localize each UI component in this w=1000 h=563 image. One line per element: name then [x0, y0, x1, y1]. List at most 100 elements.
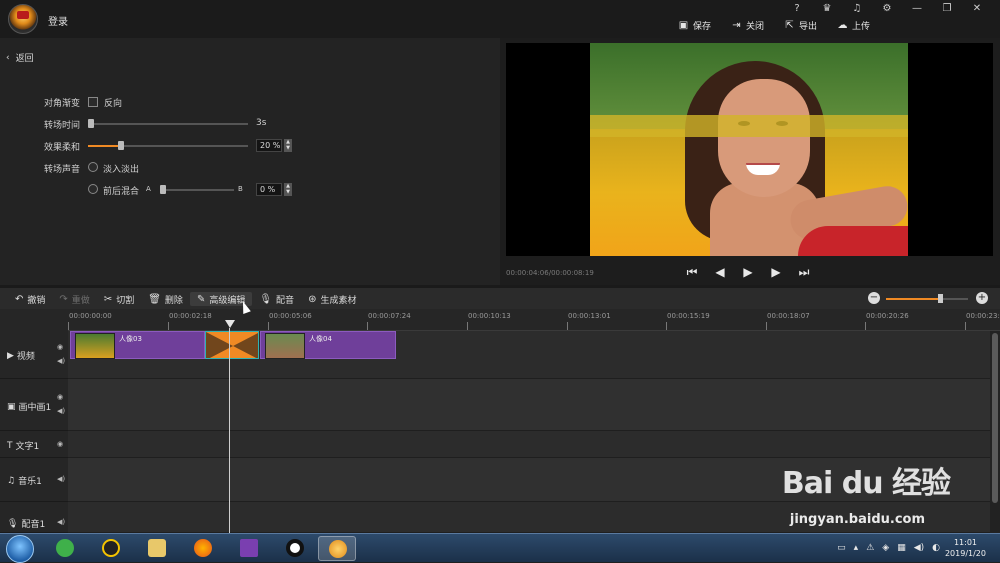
- generate-button[interactable]: ⊛ 生成素材: [301, 292, 363, 306]
- timeline-ruler[interactable]: 00:00:00:00 00:00:02:18 00:00:05:06 00:0…: [68, 309, 1000, 331]
- chevron-up-icon[interactable]: ▴: [854, 543, 859, 553]
- sync-icon[interactable]: ◈: [882, 543, 889, 553]
- gear-icon[interactable]: ⚙: [872, 2, 902, 16]
- mix-a-label: A: [146, 185, 151, 193]
- taskbar-app-360[interactable]: [46, 536, 84, 561]
- speaker-icon[interactable]: ◀): [57, 407, 65, 415]
- fade-in-out-radio[interactable]: [88, 162, 98, 172]
- video-clip-2[interactable]: 人像04: [260, 331, 396, 359]
- softness-slider[interactable]: [88, 141, 248, 150]
- taskbar-app-qq[interactable]: [92, 536, 130, 561]
- reverse-checkbox[interactable]: [88, 97, 98, 107]
- redo-button[interactable]: ↷ 重做: [52, 292, 96, 306]
- cross-mix-radio[interactable]: [88, 184, 98, 194]
- close-window-button[interactable]: ✕: [962, 2, 992, 16]
- scissors-icon: ✂: [103, 293, 113, 305]
- track-header-text[interactable]: T 文字1 ◉: [0, 431, 68, 458]
- softness-stepper[interactable]: ▲ ▼: [284, 139, 292, 152]
- track-header-video[interactable]: ▶ 视频 ◉ ◀): [0, 331, 68, 379]
- speaker-icon[interactable]: ◀): [57, 475, 65, 483]
- title-bar: 登录 ? ♛ ♫ ⚙ — ❐ ✕ ▣ 保存 ⇥ 关闭 ⇱ 导出 ☁ 上传: [0, 0, 1000, 38]
- slider-fill: [88, 145, 120, 147]
- track-header-pip[interactable]: ▣ 画中画1 ◉ ◀): [0, 379, 68, 431]
- ruler-tick-label: 00:00:20:26: [866, 312, 909, 320]
- zoom-in-icon[interactable]: +: [976, 292, 988, 304]
- taskbar-app-editor[interactable]: [318, 536, 356, 561]
- close-button[interactable]: ⇥ 关闭: [731, 18, 764, 32]
- keyboard-icon[interactable]: ▭: [837, 543, 846, 553]
- app-logo[interactable]: [8, 4, 38, 34]
- scrollbar-thumb[interactable]: [992, 333, 998, 503]
- slider-knob[interactable]: [118, 141, 124, 150]
- ruler-tick-label: 00:00:05:06: [269, 312, 312, 320]
- lane-text[interactable]: [68, 431, 990, 458]
- speaker-icon[interactable]: ◀): [57, 357, 65, 365]
- start-button[interactable]: [6, 535, 34, 563]
- slider-knob[interactable]: [160, 185, 166, 194]
- lane-pip[interactable]: [68, 379, 990, 431]
- save-button[interactable]: ▣ 保存: [678, 18, 711, 32]
- skip-start-icon[interactable]: ⏮: [685, 265, 699, 279]
- redo-icon: ↷: [59, 293, 68, 305]
- skip-end-icon[interactable]: ⏭: [797, 265, 811, 279]
- speaker-icon[interactable]: ◀): [57, 518, 65, 526]
- softness-input[interactable]: 20 %: [256, 139, 282, 152]
- video-preview[interactable]: [506, 43, 993, 256]
- delete-button[interactable]: 🗑 删除: [141, 292, 190, 306]
- mix-slider[interactable]: [160, 185, 234, 194]
- export-button[interactable]: ⇱ 导出: [784, 18, 817, 32]
- clip-thumbnail: [265, 333, 305, 359]
- ruler-tick-label: 00:00:23:: [966, 312, 1000, 320]
- cross-mix-label: 前后混合: [103, 187, 140, 197]
- upload-button[interactable]: ☁ 上传: [837, 18, 870, 32]
- mix-input[interactable]: 0 %: [256, 183, 282, 196]
- taskbar-app-media[interactable]: [230, 536, 268, 561]
- microphone-icon: 🎙: [7, 518, 19, 529]
- track-header-music[interactable]: ♫ 音乐1 ◀): [0, 458, 68, 502]
- volume-icon[interactable]: ◀): [914, 543, 924, 553]
- alert-icon[interactable]: ⚠: [866, 543, 874, 553]
- play-icon[interactable]: ▶: [741, 265, 755, 279]
- transition-clip[interactable]: [205, 331, 259, 359]
- login-link[interactable]: 登录: [48, 13, 68, 28]
- main-actions: ▣ 保存 ⇥ 关闭 ⇱ 导出 ☁ 上传: [678, 18, 870, 32]
- zoom-out-icon[interactable]: −: [868, 292, 880, 304]
- timeline-scrollbar[interactable]: [990, 331, 1000, 533]
- back-button[interactable]: ‹ 返回: [6, 51, 34, 65]
- minimize-button[interactable]: —: [902, 2, 932, 16]
- video-clip-1[interactable]: 人像03: [70, 331, 205, 359]
- bell-icon[interactable]: ♫: [842, 2, 872, 16]
- diagonal-fade-label: 对角渐变: [43, 99, 80, 109]
- slider-knob[interactable]: [88, 119, 94, 128]
- playhead-line: [229, 328, 230, 533]
- maximize-button[interactable]: ❐: [932, 2, 962, 16]
- ruler-tick-label: 00:00:13:01: [568, 312, 611, 320]
- cut-button[interactable]: ✂ 切割: [97, 292, 141, 306]
- eye-icon[interactable]: ◉: [57, 343, 63, 351]
- eye-icon[interactable]: ◉: [57, 393, 63, 401]
- vip-icon[interactable]: ♛: [812, 2, 842, 16]
- transition-band: [590, 115, 908, 137]
- taskbar-clock[interactable]: 11:01 2019/1/20: [945, 537, 986, 559]
- transition-time-slider[interactable]: [88, 119, 248, 128]
- zoom-slider[interactable]: [886, 294, 968, 303]
- slider-knob[interactable]: [938, 294, 943, 303]
- transition-time-label: 转场时间: [43, 121, 80, 131]
- music-note-icon: ♫: [7, 475, 16, 486]
- step-forward-icon[interactable]: ▶: [769, 265, 783, 279]
- taskbar-app-explorer[interactable]: [138, 536, 176, 561]
- clip-label: 人像04: [309, 335, 332, 343]
- playhead-handle[interactable]: [225, 320, 235, 328]
- taskbar-app-firefox[interactable]: [184, 536, 222, 561]
- mix-stepper[interactable]: ▲ ▼: [284, 183, 292, 196]
- lane-video[interactable]: 人像03 人像04: [68, 331, 990, 379]
- step-back-icon[interactable]: ◀: [713, 265, 727, 279]
- network-icon[interactable]: ▦: [897, 543, 906, 553]
- undo-button[interactable]: ↶ 撤销: [8, 292, 52, 306]
- dub-button[interactable]: 🎙 配音: [252, 292, 301, 306]
- track-header-voice[interactable]: 🎙 配音1 ◀): [0, 502, 68, 533]
- help-icon[interactable]: ?: [782, 2, 812, 16]
- taskbar-app-recorder[interactable]: [276, 536, 314, 561]
- ime-icon[interactable]: ◐: [932, 543, 940, 553]
- eye-icon[interactable]: ◉: [57, 440, 63, 448]
